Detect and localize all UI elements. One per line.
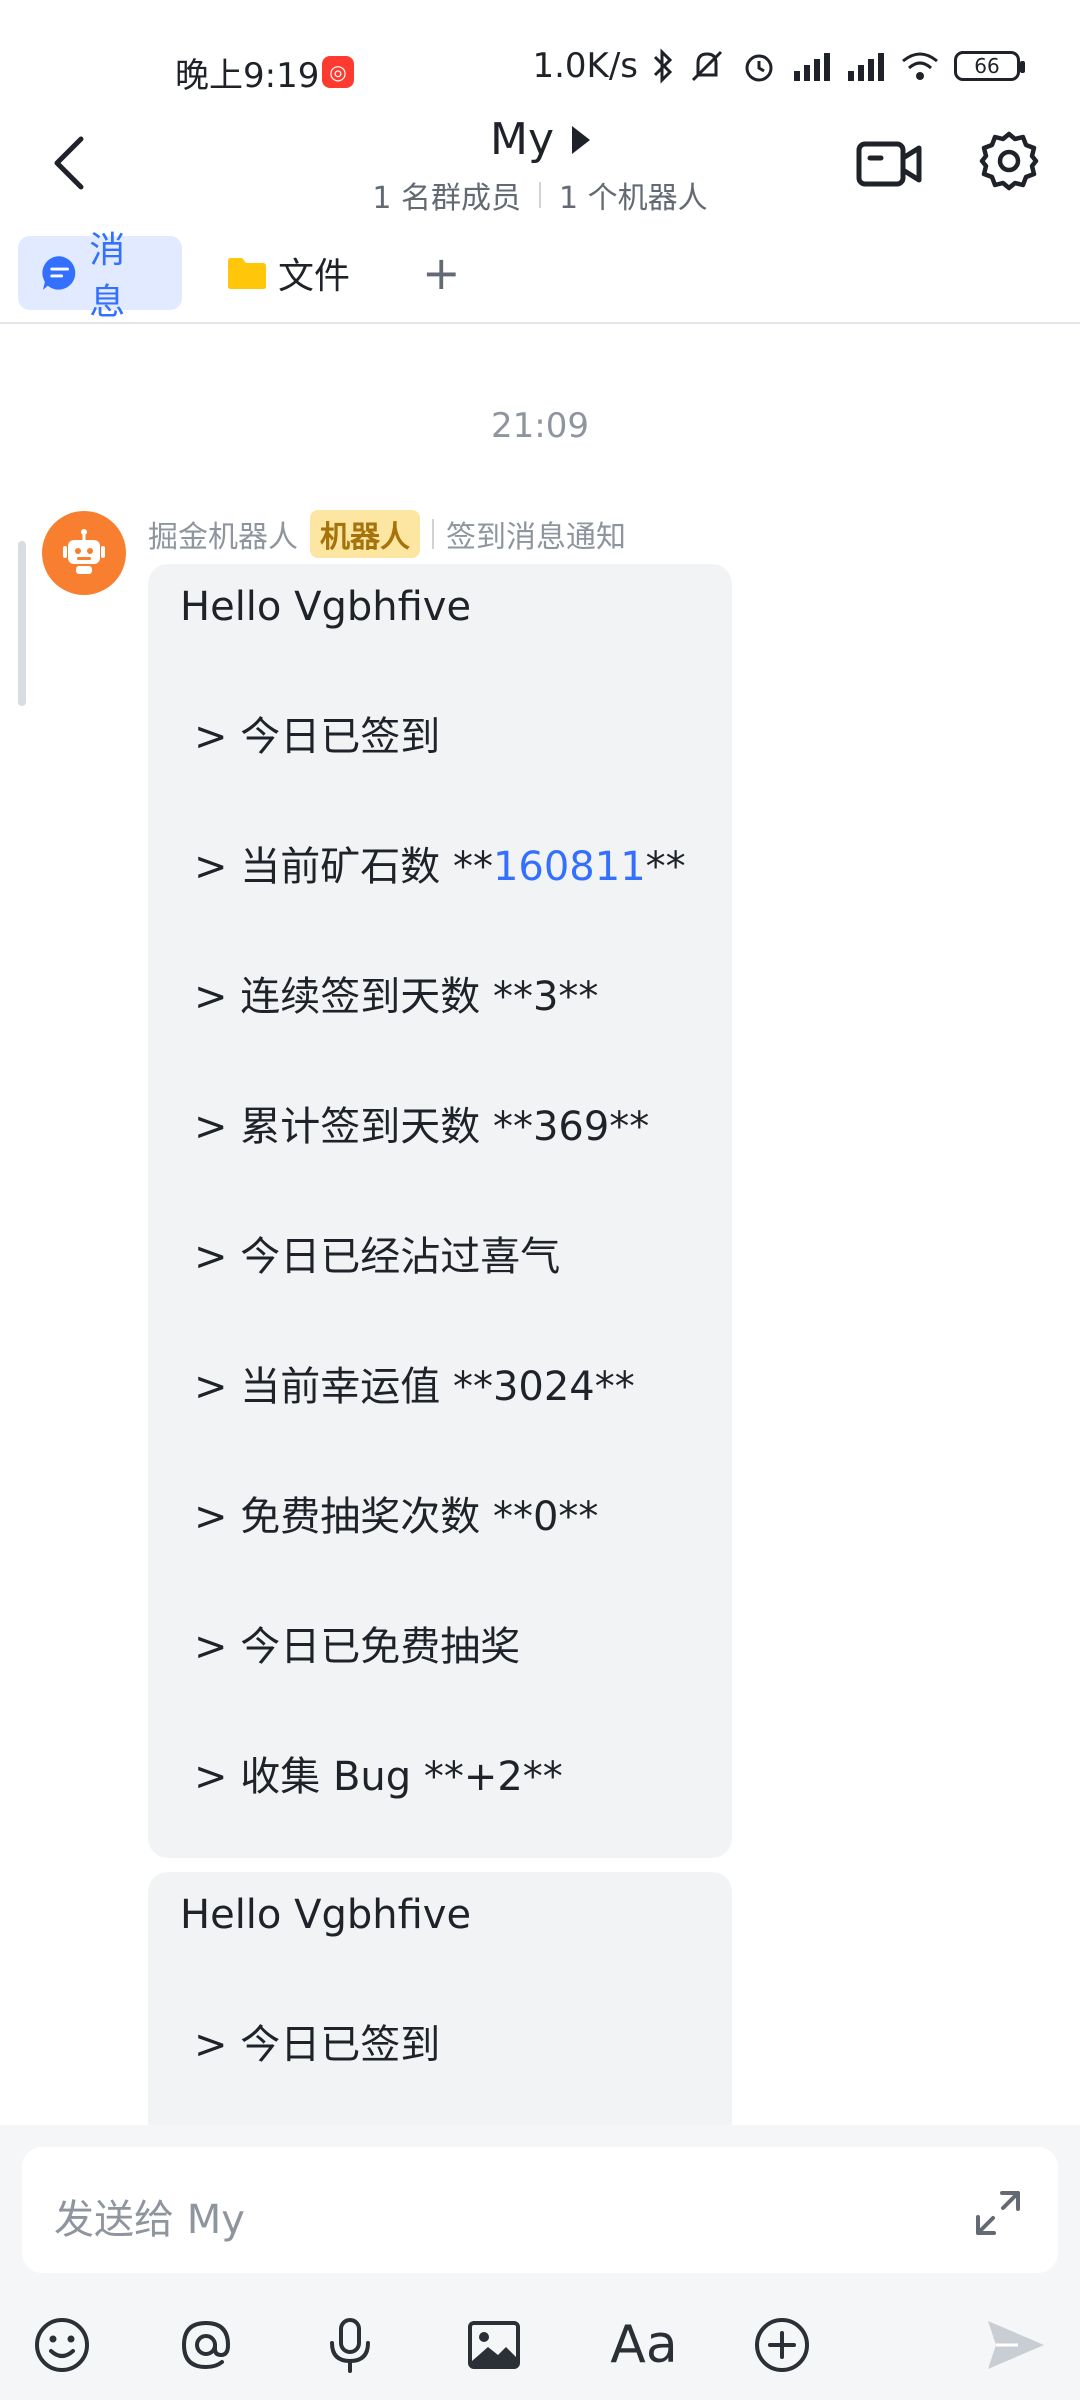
message-source: 签到消息通知 bbox=[446, 520, 626, 555]
image-button[interactable] bbox=[462, 2313, 526, 2377]
message-list[interactable]: 21:09 掘金机器人 机器人 签到消息通知 Hello Vgbhfive > … bbox=[0, 326, 1080, 2126]
sender-name[interactable]: 掘金机器人 bbox=[148, 512, 298, 556]
message-bubble[interactable]: Hello Vgbhfive > 今日已签到 > 当前矿石数 **160811*… bbox=[148, 564, 732, 1858]
input-placeholder: 发送给 My bbox=[54, 2197, 245, 2243]
send-button[interactable] bbox=[984, 2313, 1048, 2377]
message-greeting: Hello Vgbhfive bbox=[180, 1892, 472, 1938]
tab-messages[interactable]: 消息 bbox=[18, 230, 182, 323]
plus-icon: + bbox=[422, 246, 461, 300]
chat-title[interactable]: My bbox=[490, 114, 590, 165]
message-line: > 收集 Bug **+2** bbox=[194, 1754, 563, 1800]
robot-icon bbox=[63, 529, 105, 574]
scrollbar[interactable] bbox=[18, 541, 26, 706]
ore-suffix: ** bbox=[645, 844, 686, 890]
emoji-icon bbox=[35, 2318, 89, 2372]
member-count: 1 名群成员 bbox=[372, 181, 521, 216]
status-time: 晚上9:19 bbox=[175, 56, 320, 96]
message-input[interactable]: 发送给 My bbox=[22, 2147, 1058, 2273]
message-line: > 今日已免费抽奖 bbox=[194, 1624, 521, 1670]
signal-icon bbox=[794, 53, 830, 81]
mute-icon bbox=[691, 50, 723, 82]
video-camera-icon bbox=[856, 141, 922, 187]
sender-divider bbox=[432, 519, 434, 549]
bluetooth-icon bbox=[653, 48, 673, 84]
caret-right-icon bbox=[572, 125, 590, 154]
add-tab-button[interactable]: + bbox=[400, 236, 483, 310]
tab-bar: 消息 文件 + bbox=[0, 230, 1080, 324]
tab-files-label: 文件 bbox=[278, 256, 351, 297]
alarm-icon bbox=[745, 54, 773, 82]
message-bubble[interactable]: Hello Vgbhfive > 今日已签到 bbox=[148, 1872, 732, 2126]
microphone-icon bbox=[330, 2318, 370, 2373]
chat-header: My 1 名群成员 1 个机器人 bbox=[0, 110, 1080, 220]
composer-toolbar: Aa bbox=[0, 2293, 1080, 2393]
status-bar: 晚上9:19 ◎ 1.0K/s 66 bbox=[0, 0, 1080, 118]
settings-button[interactable] bbox=[978, 130, 1040, 192]
video-call-button[interactable] bbox=[855, 134, 923, 194]
more-button[interactable] bbox=[750, 2313, 814, 2377]
message-line: > 今日已签到 bbox=[194, 714, 441, 760]
font-icon: Aa bbox=[610, 2315, 678, 2375]
tab-messages-label: 消息 bbox=[89, 230, 126, 323]
chat-bubble-icon bbox=[42, 256, 76, 290]
folder-icon bbox=[228, 258, 266, 289]
image-icon bbox=[468, 2321, 520, 2369]
status-icons: 1.0K/s 66 bbox=[532, 46, 1025, 86]
notification-icon: ◎ bbox=[322, 56, 354, 88]
wifi-icon bbox=[902, 52, 938, 80]
voice-button[interactable] bbox=[318, 2313, 382, 2377]
battery-icon: 66 bbox=[954, 51, 1025, 81]
emoji-button[interactable] bbox=[30, 2313, 94, 2377]
avatar[interactable] bbox=[42, 511, 126, 595]
message-timestamp: 21:09 bbox=[491, 406, 589, 446]
message-line: > 连续签到天数 **3** bbox=[194, 974, 599, 1020]
network-speed: 1.0K/s bbox=[532, 46, 638, 86]
expand-button[interactable] bbox=[974, 2189, 1022, 2237]
send-icon bbox=[988, 2321, 1044, 2369]
message-line: > 免费抽奖次数 **0** bbox=[194, 1494, 599, 1540]
gear-icon bbox=[979, 131, 1039, 191]
message-line: > 累计签到天数 **369** bbox=[194, 1104, 650, 1150]
at-sign-icon bbox=[181, 2320, 231, 2370]
ore-count-link[interactable]: 160811 bbox=[493, 844, 646, 890]
chat-title-text: My bbox=[489, 114, 554, 165]
tab-files[interactable]: 文件 bbox=[204, 236, 372, 310]
subtitle-divider bbox=[539, 182, 541, 208]
sender-info: 掘金机器人 机器人 签到消息通知 bbox=[148, 510, 626, 558]
mention-button[interactable] bbox=[174, 2313, 238, 2377]
message-line: > 今日已经沾过喜气 bbox=[194, 1234, 561, 1280]
ore-prefix: > 当前矿石数 ** bbox=[194, 844, 493, 890]
plus-circle-icon bbox=[755, 2318, 809, 2372]
message-line: > 今日已签到 bbox=[194, 2022, 441, 2068]
message-line: > 当前幸运值 **3024** bbox=[194, 1364, 635, 1410]
text-format-button[interactable]: Aa bbox=[604, 2313, 684, 2377]
bot-badge: 机器人 bbox=[310, 510, 420, 558]
expand-icon bbox=[976, 2191, 1020, 2235]
message-line-ore: > 当前矿石数 **160811** bbox=[180, 842, 700, 972]
bot-count: 1 个机器人 bbox=[559, 181, 708, 216]
signal-icon-2 bbox=[848, 53, 884, 81]
message-greeting: Hello Vgbhfive bbox=[180, 584, 472, 630]
composer: 发送给 My Aa bbox=[0, 2125, 1080, 2400]
